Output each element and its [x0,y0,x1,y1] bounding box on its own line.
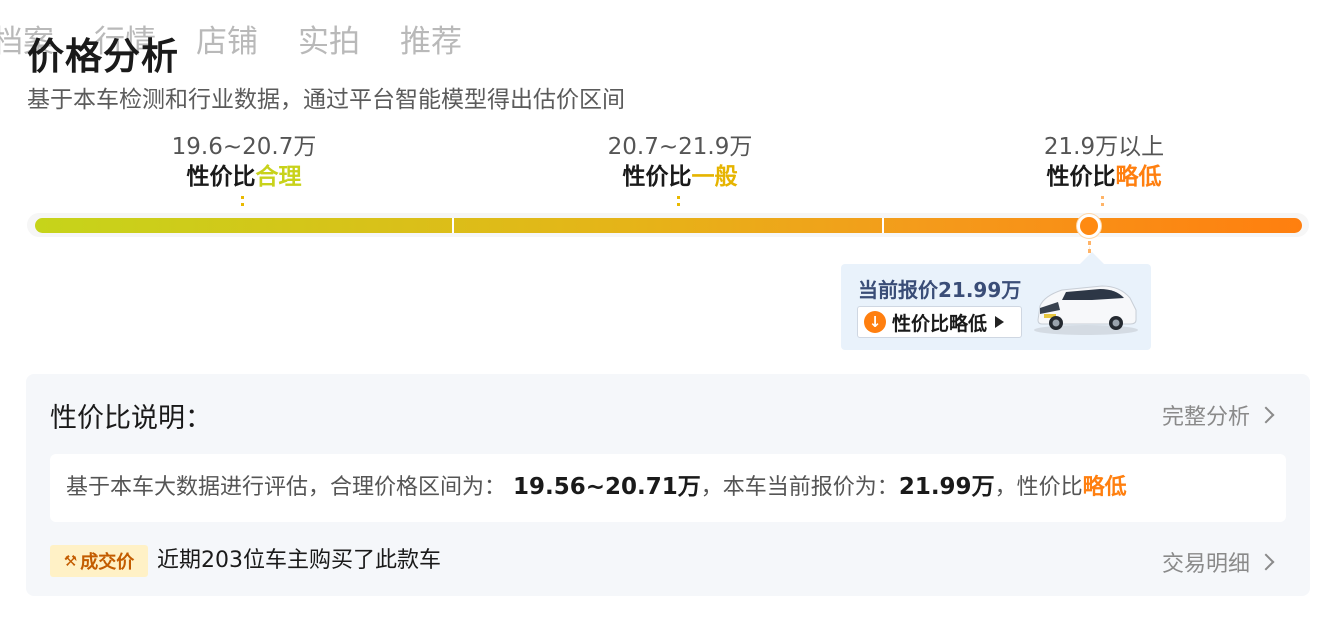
full-analysis-label: 完整分析 [1162,405,1251,430]
evaluation-text: 基于本车大数据进行评估，合理价格区间为： 19.56~20.71万，本车当前报价… [66,474,1127,500]
range-price: 21.9万以上 [1043,134,1165,160]
range-low: 21.9万以上 性价比略低 [974,132,1234,206]
deal-badge-label: 成交价 [80,552,135,573]
range-dots [677,196,683,206]
value-rating-text: 略低 [1082,475,1127,500]
chevron-right-icon [1257,553,1275,571]
page-title: 价格分析 [27,35,179,78]
transaction-detail-link[interactable]: 交易明细 [1162,546,1275,578]
bar-divider [452,218,454,233]
panel-title: 性价比说明： [50,403,212,434]
play-arrow-icon [995,316,1005,328]
tab-store[interactable]: 店铺 [196,16,258,61]
chevron-right-icon [1257,406,1275,424]
value-rating-label: 性价比略低 [892,312,988,335]
range-price: 20.7~21.9万 [607,134,753,160]
deal-summary-text: 近期203位车主购买了此款车 [157,548,441,573]
tab-photos[interactable]: 实拍 [298,16,360,61]
tab-recommend[interactable]: 推荐 [400,16,462,61]
full-analysis-link[interactable]: 完整分析 [1162,399,1275,431]
car-image [1034,285,1138,335]
bubble-pointer [1080,252,1104,264]
range-label: 性价比一般 [622,164,738,190]
range-dots [1101,196,1107,206]
range-reasonable: 19.6~20.7万 性价比合理 [114,132,374,206]
current-price-value: 21.99万 [898,474,995,500]
range-price: 19.6~20.7万 [171,134,317,160]
range-dots [241,196,247,206]
transaction-detail-label: 交易明细 [1162,552,1251,577]
bar-divider [882,218,884,233]
hammer-icon: ⚒ [63,552,78,570]
range-label: 性价比略低 [1046,164,1162,190]
down-arrow-icon: ↓ [864,311,886,333]
current-price-text: 当前报价21.99万 [858,278,1022,302]
value-rating-button[interactable]: ↓ 性价比略低 [857,306,1022,338]
page-subtitle: 基于本车检测和行业数据，通过平台智能模型得出估价区间 [27,87,625,113]
current-price-marker [1077,214,1101,238]
price-gradient-bar [35,218,1302,233]
range-label: 性价比合理 [186,164,302,190]
reasonable-range-value: 19.56~20.71万 [513,474,701,500]
range-average: 20.7~21.9万 性价比一般 [550,132,810,206]
deal-price-badge: ⚒ 成交价 [50,545,148,577]
